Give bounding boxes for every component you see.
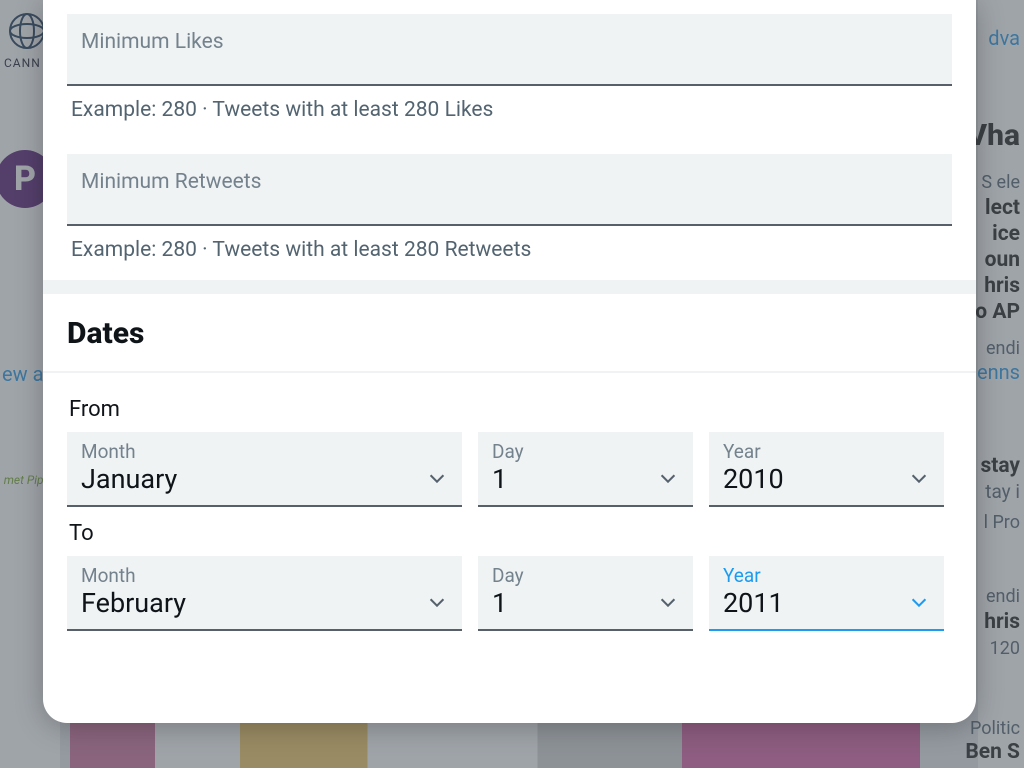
min-likes-label: Minimum Likes xyxy=(81,30,938,54)
chevron-down-icon xyxy=(657,591,679,617)
to-label: To xyxy=(69,521,950,546)
chevron-down-icon xyxy=(426,591,448,617)
to-date-row: Month February Day 1 Year 2011 xyxy=(67,556,952,631)
to-month-value: February xyxy=(81,587,448,621)
year-label: Year xyxy=(723,564,930,587)
min-likes-hint: Example: 280 · Tweets with at least 280 … xyxy=(67,86,952,140)
advanced-search-modal: Minimum Likes Example: 280 · Tweets with… xyxy=(43,0,976,723)
day-label: Day xyxy=(492,564,679,587)
from-label: From xyxy=(69,397,950,422)
from-year-select[interactable]: Year 2010 xyxy=(709,432,944,507)
min-retweets-hint: Example: 280 · Tweets with at least 280 … xyxy=(67,226,952,280)
chevron-down-icon xyxy=(657,467,679,493)
chevron-down-icon xyxy=(908,591,930,617)
to-day-select[interactable]: Day 1 xyxy=(478,556,693,631)
month-label: Month xyxy=(81,440,448,463)
section-separator xyxy=(43,280,976,294)
day-label: Day xyxy=(492,440,679,463)
to-day-value: 1 xyxy=(492,587,679,621)
year-label: Year xyxy=(723,440,930,463)
chevron-down-icon xyxy=(426,467,448,493)
from-month-select[interactable]: Month January xyxy=(67,432,462,507)
min-retweets-label: Minimum Retweets xyxy=(81,170,938,194)
dates-section-title: Dates xyxy=(43,294,976,371)
to-year-value: 2011 xyxy=(723,587,930,621)
chevron-down-icon xyxy=(908,467,930,493)
from-day-select[interactable]: Day 1 xyxy=(478,432,693,507)
from-date-row: Month January Day 1 Year 2010 xyxy=(67,432,952,507)
min-retweets-input[interactable]: Minimum Retweets xyxy=(67,154,952,226)
to-month-select[interactable]: Month February xyxy=(67,556,462,631)
min-likes-input[interactable]: Minimum Likes xyxy=(67,14,952,86)
from-year-value: 2010 xyxy=(723,463,930,497)
to-year-select[interactable]: Year 2011 xyxy=(709,556,944,631)
from-day-value: 1 xyxy=(492,463,679,497)
from-month-value: January xyxy=(81,463,448,497)
month-label: Month xyxy=(81,564,448,587)
